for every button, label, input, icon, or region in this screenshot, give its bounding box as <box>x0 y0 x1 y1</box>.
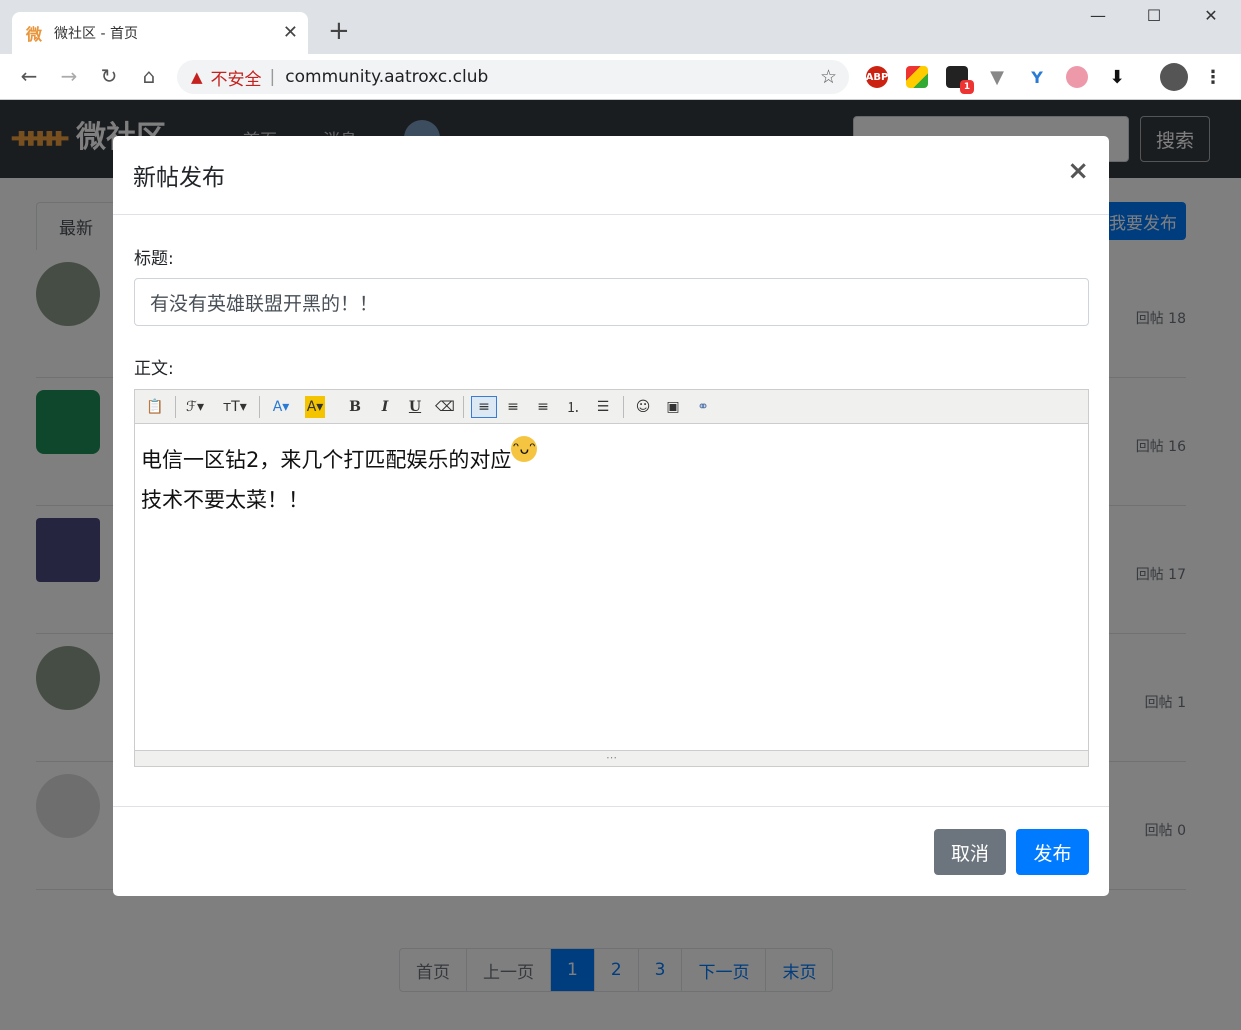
address-separator: | <box>269 67 276 87</box>
reload-icon[interactable]: ↻ <box>96 64 122 88</box>
color-extension-icon[interactable] <box>906 66 928 88</box>
extension-badge: 1 <box>960 80 974 94</box>
font-color-icon[interactable]: A▾ <box>271 396 291 418</box>
minimize-icon[interactable]: — <box>1083 6 1113 25</box>
back-icon[interactable]: ← <box>16 64 42 88</box>
avatar-extension-icon[interactable] <box>1066 66 1088 88</box>
address-bar[interactable]: ▲ 不安全 | community.aatroxc.club ☆ <box>177 60 849 94</box>
body-line-1: 电信一区钻2，来几个打匹配娱乐的对应 <box>141 448 512 472</box>
editor-toolbar: 📋 ℱ▾ тT▾ A▾ A▾ B I U ⌫ ≡ ≡ ≡ ⒈ ☰ ☺ ▣ ⚭ <box>135 390 1088 424</box>
tab-close-icon[interactable]: ✕ <box>283 22 298 43</box>
modal-header: 新帖发布 × <box>113 136 1109 215</box>
ordered-list-icon[interactable]: ⒈ <box>563 396 583 418</box>
warning-icon: ▲ <box>191 68 203 86</box>
grin-emoji-icon: ᵔᴗᵔ <box>511 436 538 462</box>
tab-title: 微社区 - 首页 <box>54 26 138 42</box>
maximize-icon[interactable]: ☐ <box>1139 6 1169 25</box>
forward-icon[interactable]: → <box>56 64 82 88</box>
italic-icon[interactable]: I <box>375 396 395 418</box>
new-post-modal: 新帖发布 × 标题: 有没有英雄联盟开黑的！！ 正文: 📋 ℱ▾ тT▾ A▾ … <box>113 136 1109 896</box>
home-icon[interactable]: ⌂ <box>136 64 162 88</box>
link-icon[interactable]: ⚭ <box>693 396 713 418</box>
browser-tab[interactable]: 微 微社区 - 首页 ✕ <box>12 12 308 54</box>
cancel-button[interactable]: 取消 <box>934 829 1006 875</box>
align-center-icon[interactable]: ≡ <box>503 396 523 418</box>
body-line-2: 技术不要太菜！！ <box>141 488 309 512</box>
title-label: 标题: <box>134 249 174 269</box>
adblock-extension-icon[interactable]: ABP <box>866 66 888 88</box>
toolbar-divider <box>259 396 260 418</box>
emoji-icon[interactable]: ☺ <box>633 396 653 418</box>
download-icon[interactable]: ⬇ <box>1106 66 1128 88</box>
unordered-list-icon[interactable]: ☰ <box>593 396 613 418</box>
insecure-label: 不安全 <box>210 69 262 90</box>
font-family-icon[interactable]: ℱ▾ <box>185 396 205 418</box>
rich-text-editor: 📋 ℱ▾ тT▾ A▾ A▾ B I U ⌫ ≡ ≡ ≡ ⒈ ☰ ☺ ▣ ⚭ 电… <box>134 389 1089 767</box>
bookmark-star-icon[interactable]: ☆ <box>820 66 837 88</box>
underline-icon[interactable]: U <box>405 396 425 418</box>
resize-handle-icon[interactable]: ⋯ <box>135 750 1088 766</box>
profile-avatar[interactable] <box>1160 63 1188 91</box>
toolbar-divider <box>175 396 176 418</box>
submit-button[interactable]: 发布 <box>1016 829 1089 875</box>
vue-extension-icon[interactable]: ▼ <box>986 66 1008 88</box>
editor-content[interactable]: 电信一区钻2，来几个打匹配娱乐的对应ᵔᴗᵔ 技术不要太菜！！ <box>141 436 538 520</box>
site-favicon-icon: 微 <box>26 25 43 44</box>
menu-icon[interactable]: ⋮ <box>1202 66 1224 88</box>
modal-title: 新帖发布 <box>133 165 225 191</box>
font-size-icon[interactable]: тT▾ <box>223 396 247 418</box>
align-left-icon[interactable]: ≡ <box>471 396 497 418</box>
bold-icon[interactable]: B <box>345 396 365 418</box>
body-label: 正文: <box>134 359 174 379</box>
highlight-icon[interactable]: A▾ <box>305 396 325 418</box>
window-close-icon[interactable]: ✕ <box>1196 6 1226 25</box>
toolbar-divider <box>463 396 464 418</box>
align-right-icon[interactable]: ≡ <box>533 396 553 418</box>
url-text: community.aatroxc.club <box>285 67 489 87</box>
image-icon[interactable]: ▣ <box>663 396 683 418</box>
y-extension-icon[interactable]: Y <box>1026 66 1048 88</box>
title-input[interactable]: 有没有英雄联盟开黑的！！ <box>134 278 1089 326</box>
browser-tab-strip: 微 微社区 - 首页 ✕ + — ☐ ✕ <box>0 0 1241 54</box>
close-icon[interactable]: × <box>1067 156 1089 186</box>
source-icon[interactable]: 📋 <box>145 396 165 418</box>
modal-footer: 取消 发布 <box>113 806 1109 896</box>
eraser-icon[interactable]: ⌫ <box>435 396 455 418</box>
new-tab-icon[interactable]: + <box>328 16 350 46</box>
toolbar-divider <box>623 396 624 418</box>
address-toolbar: ← → ↻ ⌂ ▲ 不安全 | community.aatroxc.club ☆… <box>0 54 1241 100</box>
